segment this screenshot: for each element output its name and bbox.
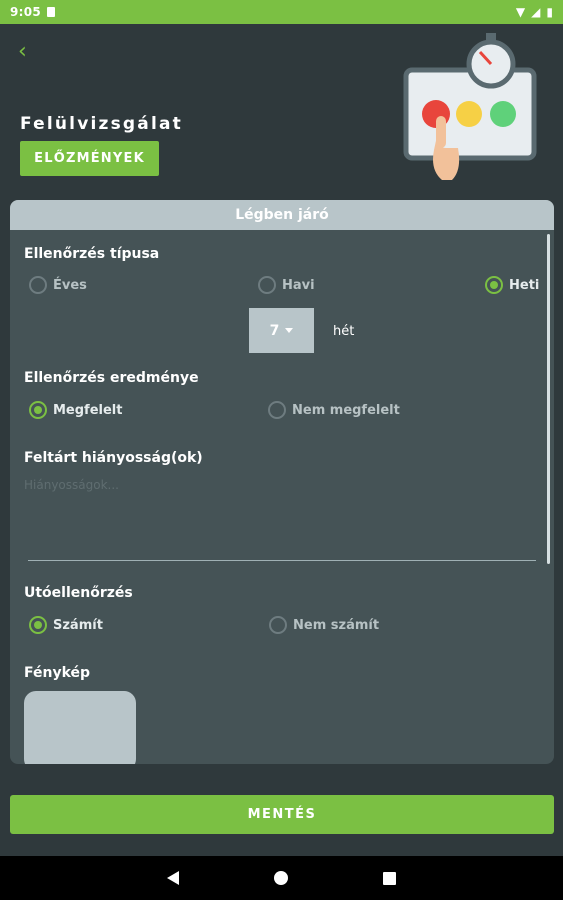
radio-circle <box>485 276 503 294</box>
radio-nem-szamit[interactable]: Nem számít <box>269 616 379 634</box>
radio-circle <box>258 276 276 294</box>
radio-heti[interactable]: Heti <box>485 276 539 294</box>
nav-recent-apps-icon[interactable] <box>383 871 396 885</box>
history-button[interactable]: ELŐZMÉNYEK <box>20 141 159 176</box>
card-title: Légben járó <box>10 200 554 230</box>
back-icon[interactable]: ‹ <box>18 40 42 64</box>
week-unit: hét <box>333 324 355 339</box>
wifi-icon: ▼ <box>515 5 526 19</box>
radio-circle <box>29 401 47 419</box>
input-underline <box>28 560 536 561</box>
status-bar: 9:05 ▼ ◢ ▮ <box>0 0 563 24</box>
radio-circle <box>268 401 286 419</box>
chevron-down-icon <box>285 328 294 333</box>
radio-szamit[interactable]: Számít <box>29 616 103 634</box>
radio-label: Nem számít <box>293 617 380 633</box>
inspection-card: Légben járó Ellenőrzés típusa Éves Havi … <box>10 200 554 764</box>
deficiencies-input[interactable] <box>24 478 536 558</box>
nav-home-icon[interactable] <box>274 871 288 885</box>
deficiencies-label: Feltárt hiányosság(ok) <box>24 450 203 466</box>
radio-label: Számít <box>53 617 103 633</box>
radio-eves[interactable]: Éves <box>29 276 87 294</box>
radio-label: Éves <box>53 277 87 293</box>
inspection-illustration <box>403 33 537 180</box>
inspection-type-label: Ellenőrzés típusa <box>24 246 160 262</box>
radio-circle <box>269 616 287 634</box>
photo-label: Fénykép <box>24 665 91 681</box>
photo-picker[interactable] <box>24 691 136 764</box>
radio-megfelelt[interactable]: Megfelelt <box>29 401 122 419</box>
status-time: 9:05 <box>10 5 42 19</box>
nav-back-icon[interactable] <box>167 871 179 885</box>
radio-nem-megfelelt[interactable]: Nem megfelelt <box>268 401 400 419</box>
radio-circle <box>29 616 47 634</box>
scrollbar[interactable] <box>547 234 550 564</box>
week-value: 7 <box>269 322 280 339</box>
radio-label: Nem megfelelt <box>292 402 400 418</box>
radio-label: Heti <box>509 277 540 293</box>
radio-label: Megfelelt <box>53 402 123 418</box>
inspection-result-label: Ellenőrzés eredménye <box>24 370 199 386</box>
save-button[interactable]: MENTÉS <box>10 795 554 834</box>
sd-card-icon <box>47 7 56 17</box>
radio-label: Havi <box>282 277 315 293</box>
radio-havi[interactable]: Havi <box>258 276 315 294</box>
follow-up-label: Utóellenőrzés <box>24 585 133 601</box>
page-title: Felülvizsgálat <box>20 114 183 134</box>
radio-circle <box>29 276 47 294</box>
battery-icon: ▮ <box>546 5 553 19</box>
week-select[interactable]: 7 <box>249 308 314 353</box>
navigation-bar <box>0 856 563 900</box>
signal-icon: ◢ <box>531 5 541 19</box>
